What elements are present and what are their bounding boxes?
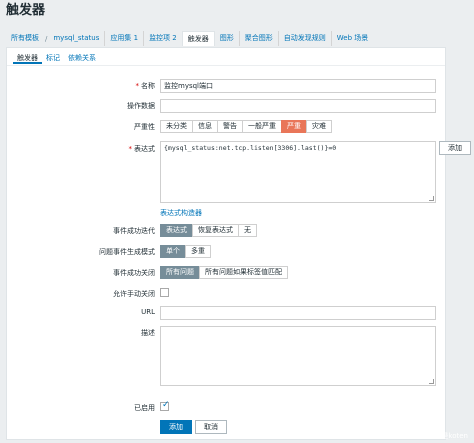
expression-builder-link[interactable]: 表达式构造器 — [160, 208, 202, 218]
severity-disaster[interactable]: 灾难 — [306, 120, 332, 133]
checkmark-icon: ✓ — [162, 400, 170, 410]
top-tabbar: 所有模板 / mysql_status 应用集 1 监控项 2 触发器 图形 聚… — [6, 31, 446, 46]
subtab-trigger[interactable]: 触发器 — [13, 52, 42, 64]
ok-close-all-problems[interactable]: 所有问题 — [160, 266, 200, 279]
watermark: CSDN @我是koten — [405, 432, 468, 440]
required-marker: * — [135, 82, 140, 90]
enabled-checkbox[interactable]: ✓ — [160, 400, 170, 411]
manual-close-checkbox[interactable] — [160, 288, 169, 297]
problem-mode-label: 问题事件生成模式 — [99, 248, 155, 256]
severity-high[interactable]: 严重 — [281, 120, 307, 133]
name-input[interactable]: 监控mysql端口 — [160, 79, 436, 93]
problem-mode-single[interactable]: 单个 — [160, 245, 186, 258]
tab-screens[interactable]: 聚合图形 — [238, 31, 278, 46]
row-description: 描述 — [7, 326, 445, 386]
severity-average[interactable]: 一般严重 — [242, 120, 282, 133]
name-label: * 名称 — [135, 82, 156, 90]
tab-web-scenarios[interactable]: Web 场景 — [330, 31, 374, 46]
row-enabled: 已启用 ✓ — [7, 400, 445, 412]
description-textarea[interactable] — [160, 326, 436, 386]
page-title: 触发器 — [6, 3, 46, 18]
opdata-label: 操作数据 — [127, 102, 155, 110]
submit-add-button[interactable]: 添加 — [160, 420, 192, 434]
subtab-tags[interactable]: 标记 — [42, 52, 64, 64]
subtab-divider — [7, 65, 445, 66]
resize-handle-icon[interactable] — [429, 379, 434, 384]
severity-segmented: 未分类 信息 警告 一般严重 严重 灾难 — [160, 120, 332, 133]
ok-close-label: 事件成功关闭 — [113, 269, 155, 277]
severity-label: 严重性 — [134, 123, 155, 131]
trigger-form-panel: 触发器 标记 依赖关系 * 名称 监控mysql端口 操作数据 严重性 未分类 信… — [6, 47, 471, 440]
breadcrumb-all-templates[interactable]: 所有模板 — [6, 31, 44, 46]
form-subtabs: 触发器 标记 依赖关系 — [13, 52, 100, 64]
tab-applications[interactable]: 应用集 1 — [104, 31, 143, 46]
severity-warning[interactable]: 警告 — [217, 120, 243, 133]
ok-event-label: 事件成功迭代 — [113, 227, 155, 235]
url-label: URL — [141, 308, 155, 316]
ok-close-segmented: 所有问题 所有问题如果标签值匹配 — [160, 266, 288, 279]
row-manual-close: 允许手动关闭 — [7, 288, 445, 298]
required-marker: * — [128, 145, 133, 153]
cancel-button[interactable]: 取消 — [195, 420, 227, 434]
severity-information[interactable]: 信息 — [192, 120, 218, 133]
ok-event-segmented: 表达式 恢复表达式 无 — [160, 224, 257, 237]
problem-mode-segmented: 单个 多重 — [160, 245, 211, 258]
url-input[interactable] — [160, 306, 436, 320]
manual-close-label: 允许手动关闭 — [113, 290, 155, 298]
expression-text: {mysql_status:net.tcp.listen[3306].last(… — [164, 144, 337, 152]
tab-items[interactable]: 监控项 2 — [143, 31, 182, 46]
problem-mode-multiple[interactable]: 多重 — [185, 245, 211, 258]
subtab-dependencies[interactable]: 依赖关系 — [64, 52, 100, 64]
severity-not-classified[interactable]: 未分类 — [160, 120, 193, 133]
ok-event-none[interactable]: 无 — [238, 224, 257, 237]
tab-graphs[interactable]: 图形 — [215, 31, 239, 46]
resize-handle-icon[interactable] — [429, 196, 434, 201]
enabled-label: 已启用 — [134, 404, 155, 412]
expression-textarea[interactable]: {mysql_status:net.tcp.listen[3306].last(… — [160, 141, 436, 203]
description-label: 描述 — [141, 329, 155, 337]
row-expression: * 表达式 {mysql_status:net.tcp.listen[3306].… — [7, 141, 471, 203]
tab-discovery-rules[interactable]: 自动发现规则 — [277, 31, 331, 46]
opdata-input[interactable] — [160, 99, 436, 113]
expression-add-button[interactable]: 添加 — [439, 141, 471, 155]
tab-triggers[interactable]: 触发器 — [181, 31, 215, 46]
ok-event-recovery-expression[interactable]: 恢复表达式 — [192, 224, 239, 237]
expression-label: * 表达式 — [128, 145, 156, 153]
ok-close-tag-match[interactable]: 所有问题如果标签值匹配 — [199, 266, 288, 279]
breadcrumb-template-mysql-status[interactable]: mysql_status — [48, 31, 104, 46]
ok-event-expression[interactable]: 表达式 — [160, 224, 193, 237]
